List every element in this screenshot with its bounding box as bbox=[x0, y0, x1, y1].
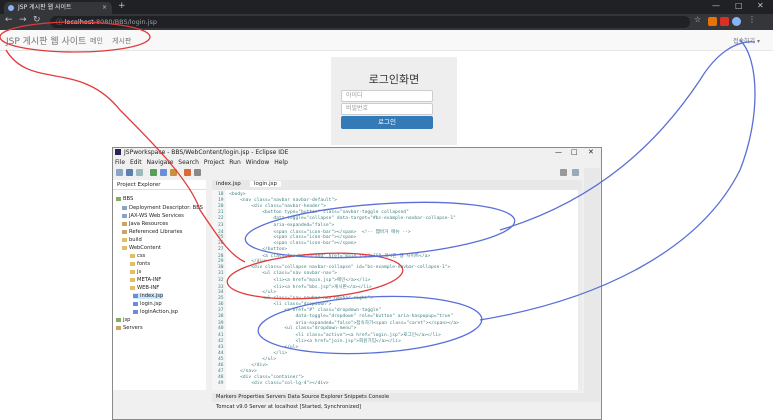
annotation-overlay bbox=[0, 21, 756, 355]
red-annotation-circle-brand bbox=[0, 21, 151, 53]
blue-annotation-circle-dropdown bbox=[257, 295, 483, 355]
blue-annotation-stroke-lower bbox=[479, 39, 756, 321]
red-annotation-stroke bbox=[5, 49, 246, 263]
blue-annotation-stroke-upper bbox=[499, 41, 756, 231]
blue-annotation-circle-toggle bbox=[244, 201, 516, 259]
